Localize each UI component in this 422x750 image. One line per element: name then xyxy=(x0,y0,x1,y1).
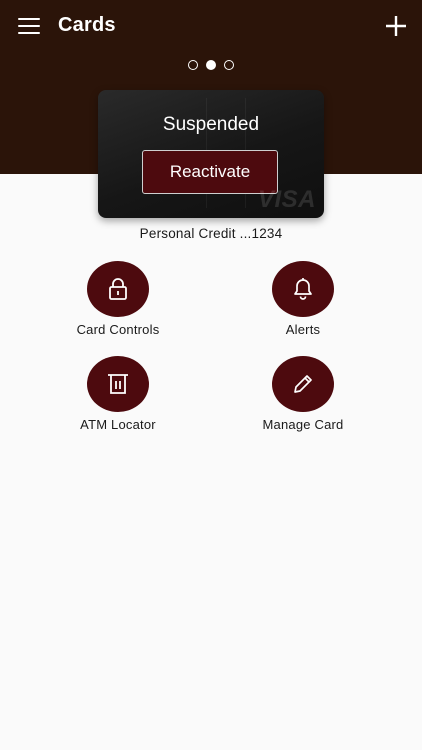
pencil-icon xyxy=(294,375,312,393)
carousel-dot[interactable] xyxy=(224,60,234,70)
card-name-label: Personal Credit ...1234 xyxy=(139,226,283,241)
atm-icon xyxy=(108,374,128,394)
atm-locator-label: ATM Locator xyxy=(80,417,156,432)
manage-card-circle[interactable] xyxy=(272,356,334,412)
atm-locator-button[interactable]: ATM Locator xyxy=(48,356,188,432)
card-controls-button[interactable]: Card Controls xyxy=(48,261,188,337)
alerts-button[interactable]: Alerts xyxy=(233,261,373,337)
manage-card-label: Manage Card xyxy=(262,417,344,432)
page-title: Cards xyxy=(58,14,116,36)
plus-icon[interactable] xyxy=(384,14,408,38)
card-status-text: Suspended xyxy=(162,114,260,135)
alerts-circle[interactable] xyxy=(272,261,334,317)
atm-locator-circle[interactable] xyxy=(87,356,149,412)
alerts-label: Alerts xyxy=(285,322,321,337)
manage-card-button[interactable]: Manage Card xyxy=(233,356,373,432)
lock-icon xyxy=(109,278,127,300)
card-controls-circle[interactable] xyxy=(87,261,149,317)
credit-card-image[interactable]: Suspended Reactivate VISA xyxy=(98,90,324,218)
bell-icon xyxy=(294,278,312,300)
card-controls-label: Card Controls xyxy=(76,322,160,337)
carousel-page-indicator xyxy=(0,60,422,70)
hamburger-menu-icon[interactable] xyxy=(18,16,40,36)
carousel-dot-active[interactable] xyxy=(206,60,216,70)
carousel-dot[interactable] xyxy=(188,60,198,70)
visa-logo: VISA xyxy=(257,186,316,213)
